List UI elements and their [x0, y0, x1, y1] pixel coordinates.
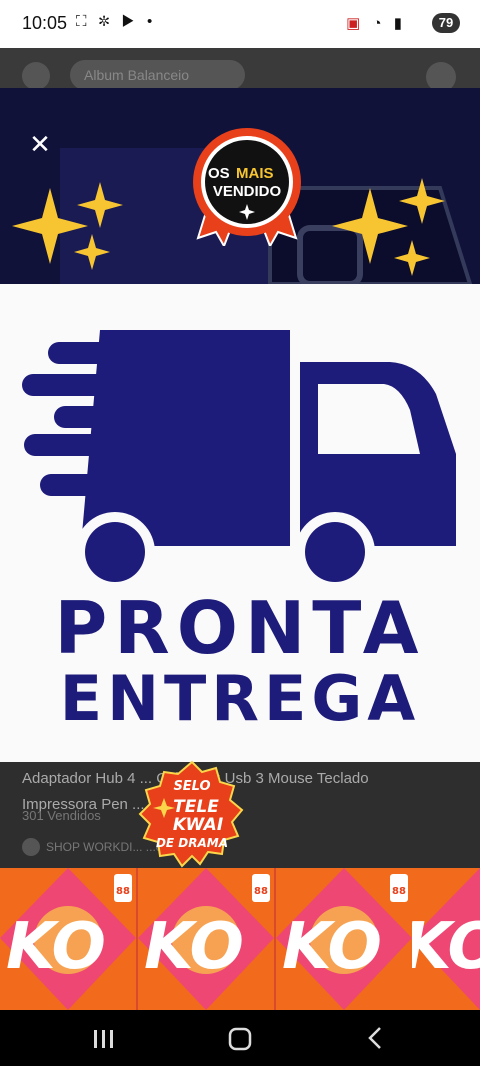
- promo-tile-sub: 88: [392, 886, 406, 897]
- selo-line2: TELE: [173, 797, 219, 817]
- badge-line1-highlight: MAIS: [236, 165, 274, 182]
- battery-indicator: 79: [432, 13, 460, 33]
- promo-tile-3[interactable]: KO 88: [276, 868, 412, 1010]
- back-button[interactable]: [334, 1010, 414, 1066]
- home-button[interactable]: [200, 1010, 280, 1066]
- dimmed-search-pill: Album Balanceio: [70, 60, 245, 90]
- youtube-icon: ▶: [121, 13, 139, 30]
- ad-top-panel[interactable]: ✕ OS MAIS VENDIDO: [0, 88, 480, 284]
- cast-icon: ▣: [346, 15, 365, 32]
- status-system-icons: ▣ ◔ ▮: [346, 14, 406, 32]
- shop-avatar: [22, 838, 40, 856]
- signal-icon: ▮: [393, 15, 406, 32]
- screenshot-icon: ⛶: [76, 13, 91, 30]
- ad-main-panel[interactable]: PRONTA ENTREGA: [0, 284, 480, 762]
- app-page: Album Balanceio ✕ OS MAIS VENDIDO PRONTA…: [0, 48, 480, 1010]
- sparkles-left-icon: [12, 182, 123, 270]
- back-icon: [22, 62, 50, 90]
- promo-tile-sub: 88: [116, 886, 130, 897]
- status-notification-icons: ⛶ ✼ ▶ •: [76, 13, 156, 30]
- promo-tile-text: KO: [144, 910, 244, 984]
- selo-telekwai-badge[interactable]: SELO TELE KWAI DE DRAMA: [136, 760, 248, 872]
- promo-tile-text: KO: [6, 910, 106, 984]
- selo-line3: KWAI: [173, 815, 223, 835]
- recent-apps-button[interactable]: [64, 1010, 144, 1066]
- badge-line1-text: OS: [208, 165, 230, 182]
- ad-headline-entrega: ENTREGA: [59, 662, 421, 735]
- status-time: 10:05: [22, 13, 68, 33]
- system-nav-bar: [0, 1010, 480, 1066]
- dimmed-sold-count: 301 Vendidos: [22, 808, 101, 823]
- promo-banner-strip[interactable]: KO 88 KO 88 KO 88 KO: [0, 868, 480, 1010]
- promo-tile-sub: 88: [254, 886, 268, 897]
- delivery-truck-icon: [22, 330, 456, 584]
- close-ad-button[interactable]: ✕: [28, 131, 52, 157]
- badge-line2-text: VENDIDO: [213, 183, 282, 200]
- promo-tile-2[interactable]: KO 88: [138, 868, 274, 1010]
- selo-line1: SELO: [173, 779, 210, 794]
- ad-headline-pronta: PRONTA: [54, 586, 426, 670]
- promo-tile-text: KO: [282, 910, 382, 984]
- dot-icon: •: [147, 13, 157, 30]
- promo-tile-4[interactable]: KO: [412, 868, 480, 1010]
- pinwheel-icon: ✼: [98, 13, 114, 30]
- status-bar: 10:05 ⛶ ✼ ▶ • ▣ ◔ ▮ 79: [0, 0, 480, 48]
- promo-tile-1[interactable]: KO 88: [0, 868, 136, 1010]
- wifi-icon: ◔: [372, 15, 386, 32]
- sparkles-right-icon: [332, 178, 445, 276]
- best-seller-badge: OS MAIS VENDIDO: [193, 128, 301, 246]
- selo-line4: DE DRAMA: [156, 836, 228, 850]
- promo-tile-text: KO: [412, 910, 480, 984]
